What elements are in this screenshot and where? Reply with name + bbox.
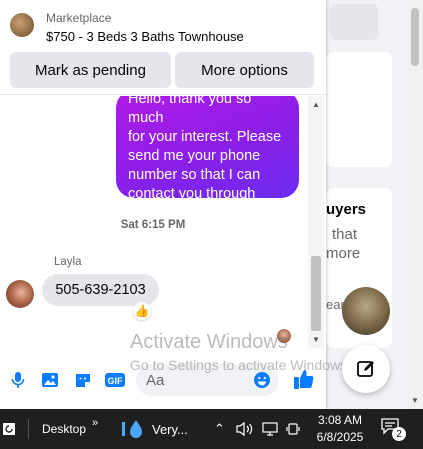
toolbar-expand-chevron-icon[interactable]: »: [92, 403, 98, 443]
page-scroll-down-arrow[interactable]: ▼: [411, 396, 419, 405]
outgoing-message-line: send me your phone: [128, 148, 261, 164]
app-taskbar-label[interactable]: Very...: [152, 409, 188, 449]
mic-icon[interactable]: [8, 370, 28, 390]
notification-count-badge: 2: [392, 427, 406, 441]
chat-scroll-up-arrow[interactable]: ▲: [312, 100, 320, 109]
chat-scrollbar[interactable]: ▲ ▼: [308, 96, 324, 348]
chat-scrollbar-thumb[interactable]: [311, 256, 321, 331]
network-icon[interactable]: [262, 409, 280, 449]
taskbar-separator: [28, 419, 29, 439]
gif-icon[interactable]: GIF: [104, 370, 126, 390]
outgoing-message-line: number so that I can: [128, 167, 261, 183]
desktop-toolbar-label[interactable]: Desktop: [42, 409, 86, 449]
chat-head-avatar[interactable]: [342, 287, 390, 335]
background-line-2: more: [326, 245, 361, 262]
message-timestamp: Sat 6:15 PM: [120, 219, 186, 231]
windows-taskbar: Desktop » Very... ⌃ 3:08 AM 6/8/2025 2: [0, 409, 423, 449]
activate-windows-watermark-title: Activate Windows: [130, 331, 288, 353]
message-list: Hello, thank you so much for your intere…: [0, 96, 326, 348]
activate-windows-watermark-subtitle: Go to Settings to activate Windows.: [130, 357, 351, 373]
outgoing-message-bubble[interactable]: Hello, thank you so much for your intere…: [116, 96, 299, 221]
sticker-icon[interactable]: [73, 370, 93, 390]
page-scrollbar[interactable]: ▼: [407, 0, 423, 409]
notification-center-icon[interactable]: 2: [380, 417, 406, 441]
outgoing-message-line: for your interest. Please: [128, 129, 282, 145]
app-drop-icon[interactable]: [120, 409, 148, 449]
background-line-1: that: [332, 226, 358, 243]
more-options-button[interactable]: More options: [175, 52, 314, 88]
taskbar-clock[interactable]: 3:08 AM 6/8/2025: [310, 412, 370, 446]
clock-time: 3:08 AM: [317, 413, 363, 427]
outgoing-message-line: contact you through phone: [128, 186, 256, 221]
emoji-icon[interactable]: [252, 370, 272, 390]
device-icon[interactable]: [286, 409, 300, 449]
chat-scroll-down-arrow[interactable]: ▼: [312, 335, 320, 344]
background-card-top: [326, 52, 392, 167]
thumbs-up-reaction-icon[interactable]: 👍: [133, 302, 151, 320]
outgoing-message-line: Hello, thank you so much: [128, 96, 252, 126]
sender-avatar[interactable]: [6, 280, 34, 308]
background-heading: uyers: [326, 201, 367, 218]
background-search-pill[interactable]: [330, 4, 378, 40]
marketplace-listing-thumbnail[interactable]: [10, 13, 34, 37]
new-message-button[interactable]: [342, 345, 390, 393]
photo-icon[interactable]: [40, 370, 60, 390]
svg-text:GIF: GIF: [108, 376, 124, 386]
mark-as-pending-button[interactable]: Mark as pending: [10, 52, 171, 88]
page-scrollbar-thumb[interactable]: [411, 8, 419, 66]
volume-icon[interactable]: [236, 409, 254, 449]
listing-title[interactable]: $750 - 3 Beds 3 Baths Townhouse: [46, 29, 244, 44]
compose-icon: [357, 361, 374, 377]
sender-name: Layla: [54, 256, 82, 268]
show-hidden-icons-chevron-icon[interactable]: ⌃: [214, 409, 225, 449]
chat-header: Marketplace $750 - 3 Beds 3 Baths Townho…: [0, 0, 326, 95]
task-view-icon[interactable]: [2, 409, 22, 449]
marketplace-label: Marketplace: [46, 11, 112, 25]
clock-date: 6/8/2025: [316, 430, 364, 444]
